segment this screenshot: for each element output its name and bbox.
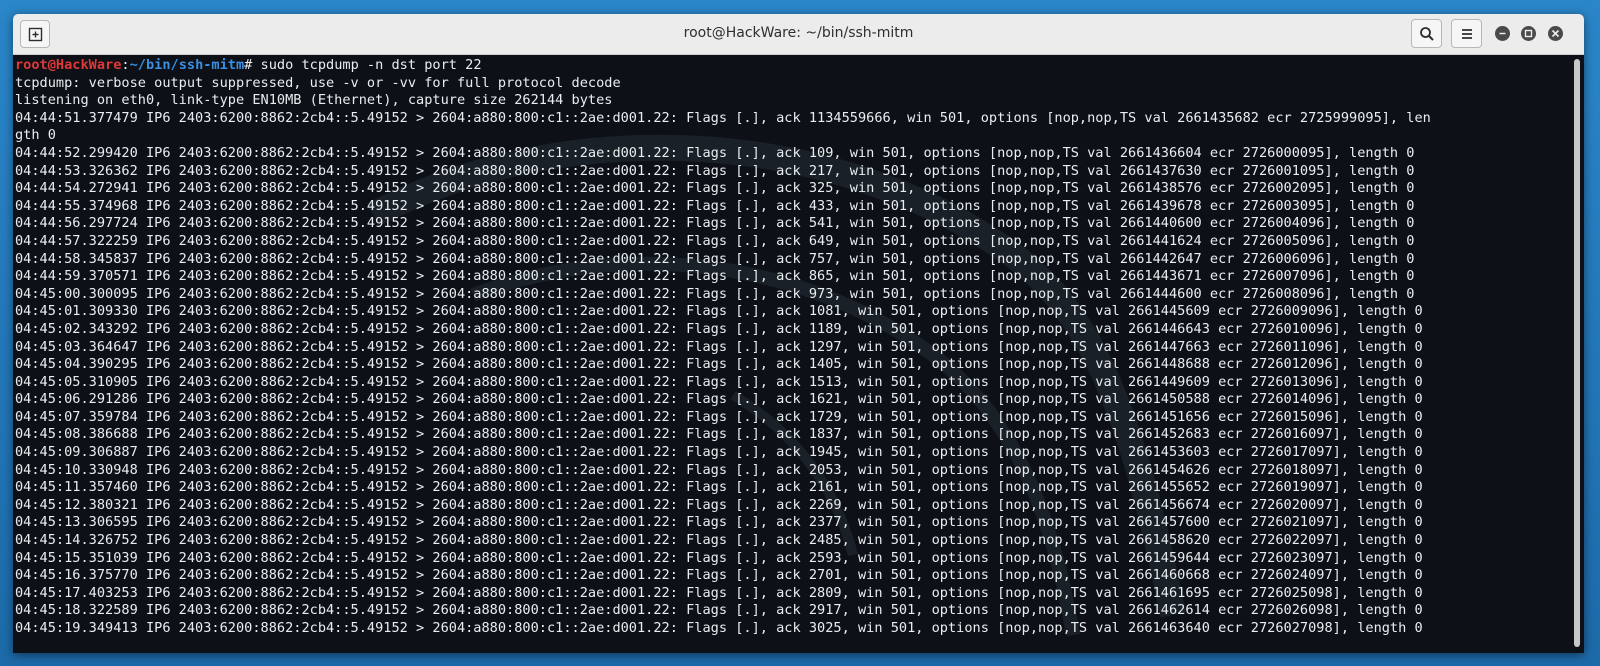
close-icon — [1551, 29, 1560, 38]
maximize-icon — [1524, 29, 1533, 38]
output-line: 04:45:07.359784 IP6 2403:6200:8862:2cb4:… — [15, 408, 1423, 425]
prompt-path: ~/bin/ssh-mitm — [129, 57, 245, 73]
output-line: 04:45:00.300095 IP6 2403:6200:8862:2cb4:… — [15, 285, 1415, 302]
output-line: 04:45:04.390295 IP6 2403:6200:8862:2cb4:… — [15, 356, 1423, 373]
minimize-button[interactable] — [1495, 26, 1510, 41]
output-line: 04:44:56.297724 IP6 2403:6200:8862:2cb4:… — [15, 215, 1415, 232]
output-line: 04:44:52.299420 IP6 2403:6200:8862:2cb4:… — [15, 144, 1415, 161]
output-line: 04:44:53.326362 IP6 2403:6200:8862:2cb4:… — [15, 162, 1415, 179]
output-line: 04:45:18.322589 IP6 2403:6200:8862:2cb4:… — [15, 602, 1423, 619]
output-line: 04:45:15.351039 IP6 2403:6200:8862:2cb4:… — [15, 549, 1423, 566]
output-line: gth 0 — [15, 127, 56, 144]
minimize-icon — [1499, 32, 1506, 35]
output-line: 04:45:13.306595 IP6 2403:6200:8862:2cb4:… — [15, 514, 1423, 531]
output-line: 04:45:05.310905 IP6 2403:6200:8862:2cb4:… — [15, 373, 1423, 390]
output-line: 04:45:12.380321 IP6 2403:6200:8862:2cb4:… — [15, 496, 1423, 513]
output-line: 04:44:54.272941 IP6 2403:6200:8862:2cb4:… — [15, 180, 1415, 197]
prompt-command: sudo tcpdump -n dst port 22 — [252, 57, 482, 73]
terminal-output[interactable]: root@HackWare:~/bin/ssh-mitm# sudo tcpdu… — [13, 55, 1570, 653]
output-line: 04:45:02.343292 IP6 2403:6200:8862:2cb4:… — [15, 320, 1423, 337]
maximize-button[interactable] — [1521, 26, 1536, 41]
prompt-separator: : — [121, 57, 130, 73]
terminal-window: root@HackWare: ~/bin/ssh-mitm root@HackW… — [13, 14, 1584, 653]
output-line: 04:44:58.345837 IP6 2403:6200:8862:2cb4:… — [15, 250, 1415, 267]
output-line: 04:45:03.364647 IP6 2403:6200:8862:2cb4:… — [15, 338, 1423, 355]
prompt-line: root@HackWare:~/bin/ssh-mitm# sudo tcpdu… — [15, 57, 1570, 75]
output-line: 04:44:51.377479 IP6 2403:6200:8862:2cb4:… — [15, 109, 1431, 126]
prompt-user-host: root@HackWare — [15, 57, 122, 73]
output-line: 04:45:10.330948 IP6 2403:6200:8862:2cb4:… — [15, 461, 1423, 478]
hamburger-menu-icon — [1462, 29, 1472, 39]
output-line: 04:45:16.375770 IP6 2403:6200:8862:2cb4:… — [15, 567, 1423, 584]
output-line: 04:44:57.322259 IP6 2403:6200:8862:2cb4:… — [15, 232, 1415, 249]
output-line: 04:45:17.403253 IP6 2403:6200:8862:2cb4:… — [15, 584, 1423, 601]
output-line: 04:45:06.291286 IP6 2403:6200:8862:2cb4:… — [15, 391, 1423, 408]
menu-button[interactable] — [1451, 19, 1482, 48]
window-title: root@HackWare: ~/bin/ssh-mitm — [683, 25, 914, 41]
title-bar[interactable]: root@HackWare: ~/bin/ssh-mitm — [13, 14, 1584, 55]
output-line: 04:45:08.386688 IP6 2403:6200:8862:2cb4:… — [15, 426, 1423, 443]
output-line: 04:45:01.309330 IP6 2403:6200:8862:2cb4:… — [15, 303, 1423, 320]
search-button[interactable] — [1411, 19, 1442, 48]
output-line: 04:45:11.357460 IP6 2403:6200:8862:2cb4:… — [15, 479, 1423, 496]
output-line: 04:44:59.370571 IP6 2403:6200:8862:2cb4:… — [15, 268, 1415, 285]
output-line: 04:45:09.306887 IP6 2403:6200:8862:2cb4:… — [15, 444, 1423, 461]
close-button[interactable] — [1548, 26, 1563, 41]
scrollbar-thumb[interactable] — [1574, 59, 1580, 647]
output-line: 04:45:14.326752 IP6 2403:6200:8862:2cb4:… — [15, 532, 1423, 549]
output-line: 04:44:55.374968 IP6 2403:6200:8862:2cb4:… — [15, 197, 1415, 214]
output-line: 04:45:19.349413 IP6 2403:6200:8862:2cb4:… — [15, 620, 1423, 636]
output-line: listening on eth0, link-type EN10MB (Eth… — [15, 92, 613, 109]
vertical-scrollbar[interactable] — [1570, 55, 1584, 653]
output-line: tcpdump: verbose output suppressed, use … — [15, 74, 621, 91]
search-icon — [1420, 27, 1434, 41]
